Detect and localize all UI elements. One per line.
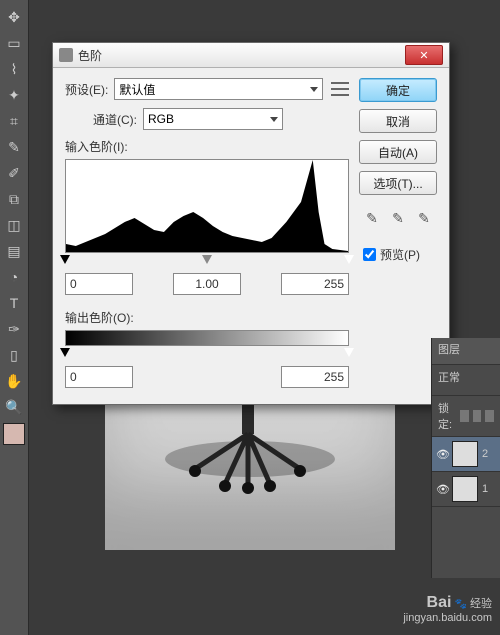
zoom-tool-icon[interactable]: 🔍 <box>2 395 26 419</box>
lock-label: 锁定: <box>438 400 456 432</box>
preset-dropdown[interactable]: 默认值 <box>114 78 323 100</box>
lock-row: 锁定: <box>432 396 500 437</box>
output-black-slider[interactable] <box>60 348 70 357</box>
watermark-brand: Bai <box>427 594 452 611</box>
preset-menu-icon[interactable] <box>331 82 349 96</box>
channel-label: 通道(C): <box>93 111 137 128</box>
output-white-slider[interactable] <box>344 348 354 357</box>
layer-thumbnail <box>452 441 478 467</box>
layer-name: 1 <box>482 483 488 495</box>
move-tool-icon[interactable]: ✥ <box>2 5 26 29</box>
watermark: Bai 🐾 经验 jingyan.baidu.com <box>403 593 492 625</box>
gray-eyedropper-icon[interactable]: ✎ <box>389 210 407 228</box>
input-levels-label: 输入色阶(I): <box>65 138 349 155</box>
midtone-slider[interactable] <box>202 255 212 264</box>
chevron-down-icon <box>270 117 278 122</box>
output-black-field[interactable]: 0 <box>65 366 133 388</box>
white-eyedropper-icon[interactable]: ✎ <box>415 210 433 228</box>
lock-pixels-icon[interactable] <box>460 410 469 422</box>
hand-tool-icon[interactable]: ✋ <box>2 369 26 393</box>
layers-panel: 图层 正常 锁定: 👁 2 👁 1 <box>431 338 500 578</box>
black-eyedropper-icon[interactable]: ✎ <box>363 210 381 228</box>
foreground-color-swatch[interactable] <box>3 423 25 445</box>
input-gamma-field[interactable]: 1.00 <box>173 273 241 295</box>
ok-button[interactable]: 确定 <box>359 78 437 102</box>
visibility-icon[interactable]: 👁 <box>436 483 448 495</box>
dialog-titlebar[interactable]: 色阶 ✕ <box>53 43 449 68</box>
preset-label: 预设(E): <box>65 81 108 98</box>
input-sliders[interactable] <box>65 255 349 267</box>
layer-thumbnail <box>452 476 478 502</box>
levels-icon <box>59 48 73 62</box>
crop-tool-icon[interactable]: ⌗ <box>2 109 26 133</box>
gradient-tool-icon[interactable]: ▤ <box>2 239 26 263</box>
channel-value: RGB <box>148 112 174 126</box>
output-levels-label: 输出色阶(O): <box>65 309 349 326</box>
brush-tool-icon[interactable]: ✐ <box>2 161 26 185</box>
wand-tool-icon[interactable]: ✦ <box>2 83 26 107</box>
blur-tool-icon[interactable]: ◔ <box>2 265 26 289</box>
layer-name: 2 <box>482 448 488 460</box>
lock-position-icon[interactable] <box>473 410 482 422</box>
preview-label: 预览(P) <box>380 246 420 263</box>
close-icon: ✕ <box>419 49 428 62</box>
marquee-tool-icon[interactable]: ▭ <box>2 31 26 55</box>
input-white-field[interactable]: 255 <box>281 273 349 295</box>
visibility-icon[interactable]: 👁 <box>436 448 448 460</box>
input-black-field[interactable]: 0 <box>65 273 133 295</box>
preview-checkbox[interactable]: 预览(P) <box>359 245 437 264</box>
black-point-slider[interactable] <box>60 255 70 264</box>
chevron-down-icon <box>310 87 318 92</box>
text-tool-icon[interactable]: T <box>2 291 26 315</box>
close-button[interactable]: ✕ <box>405 45 443 65</box>
stamp-tool-icon[interactable]: ⧉ <box>2 187 26 211</box>
output-white-field[interactable]: 255 <box>281 366 349 388</box>
shape-tool-icon[interactable]: ▯ <box>2 343 26 367</box>
cancel-button[interactable]: 取消 <box>359 109 437 133</box>
watermark-url: jingyan.baidu.com <box>403 612 492 625</box>
eyedropper-group: ✎ ✎ ✎ <box>359 210 437 228</box>
eyedropper-tool-icon[interactable]: ✎ <box>2 135 26 159</box>
levels-dialog: 色阶 ✕ 预设(E): 默认值 通道(C): RGB <box>52 42 450 405</box>
layer-row[interactable]: 👁 1 <box>432 472 500 507</box>
white-point-slider[interactable] <box>344 255 354 264</box>
preview-checkbox-input[interactable] <box>363 248 376 261</box>
path-tool-icon[interactable]: ✑ <box>2 317 26 341</box>
channel-dropdown[interactable]: RGB <box>143 108 283 130</box>
auto-button[interactable]: 自动(A) <box>359 140 437 164</box>
output-sliders[interactable] <box>65 348 349 360</box>
preset-value: 默认值 <box>119 81 155 98</box>
lock-all-icon[interactable] <box>485 410 494 422</box>
output-gradient <box>65 330 349 346</box>
eraser-tool-icon[interactable]: ◫ <box>2 213 26 237</box>
histogram <box>65 159 349 253</box>
watermark-brand2: 经验 <box>470 598 492 610</box>
dialog-title: 色阶 <box>78 47 102 64</box>
layer-row[interactable]: 👁 2 <box>432 437 500 472</box>
options-button[interactable]: 选项(T)... <box>359 171 437 195</box>
layers-tab[interactable]: 图层 <box>432 338 500 365</box>
toolbar: ✥ ▭ ⌇ ✦ ⌗ ✎ ✐ ⧉ ◫ ▤ ◔ T ✑ ▯ ✋ 🔍 <box>0 0 29 635</box>
lasso-tool-icon[interactable]: ⌇ <box>2 57 26 81</box>
blend-mode-dropdown[interactable]: 正常 <box>432 365 500 396</box>
